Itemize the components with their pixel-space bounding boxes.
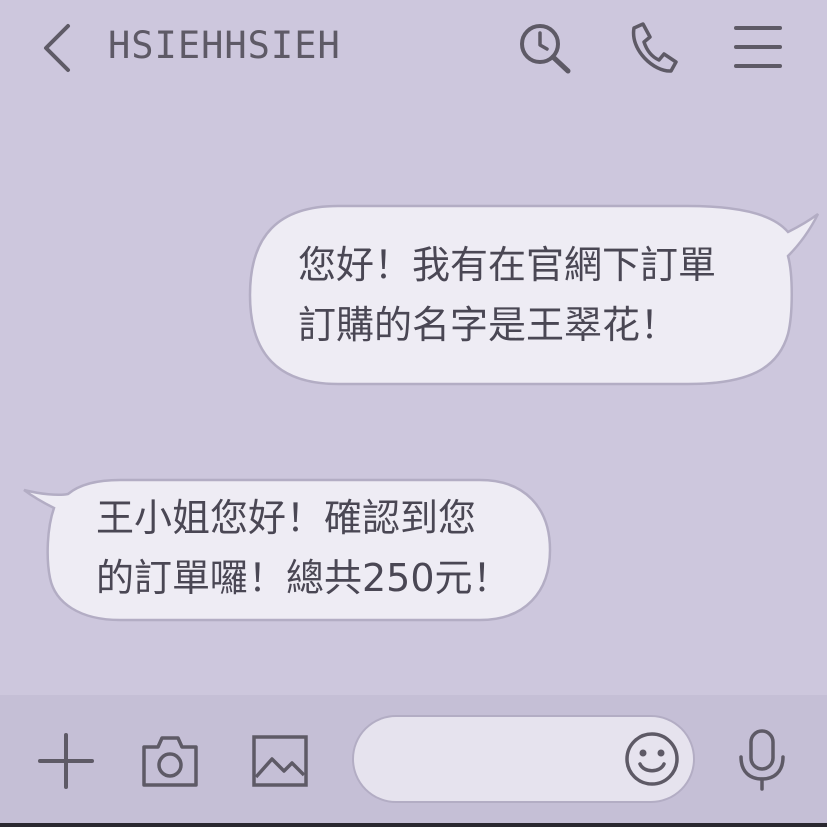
- message-text: 王小姐您好！確認到您 的訂單囉！總共250元！: [96, 496, 511, 600]
- composer-bar: [0, 695, 827, 827]
- phone-icon: [631, 22, 678, 73]
- chat-header: HSIEHHSIEH: [0, 0, 827, 100]
- message-bubble-received: 王小姐您好！確認到您 的訂單囉！總共250元！: [20, 478, 553, 622]
- emoji-button[interactable]: [624, 731, 680, 787]
- voice-button[interactable]: [736, 727, 788, 791]
- call-button[interactable]: [624, 20, 680, 76]
- bottom-edge: [0, 823, 827, 827]
- search-icon: [520, 24, 571, 74]
- image-button[interactable]: [250, 733, 310, 789]
- chat-title: HSIEHHSIEH: [108, 24, 341, 67]
- microphone-icon: [739, 729, 785, 791]
- menu-button[interactable]: [732, 20, 788, 76]
- plus-icon: [38, 733, 94, 789]
- back-arrow-icon: [44, 24, 70, 72]
- camera-button[interactable]: [140, 733, 200, 789]
- add-button[interactable]: [38, 733, 94, 789]
- emoji-icon: [625, 732, 679, 786]
- camera-icon: [142, 736, 198, 787]
- message-bubble-sent: 您好！我有在官網下訂單 訂購的名字是王翠花！: [248, 204, 823, 386]
- message-text: 您好！我有在官網下訂單 訂購的名字是王翠花！: [298, 243, 717, 347]
- search-button[interactable]: [516, 20, 572, 76]
- menu-icon: [734, 26, 782, 68]
- back-button[interactable]: [38, 22, 78, 74]
- image-icon: [252, 735, 308, 787]
